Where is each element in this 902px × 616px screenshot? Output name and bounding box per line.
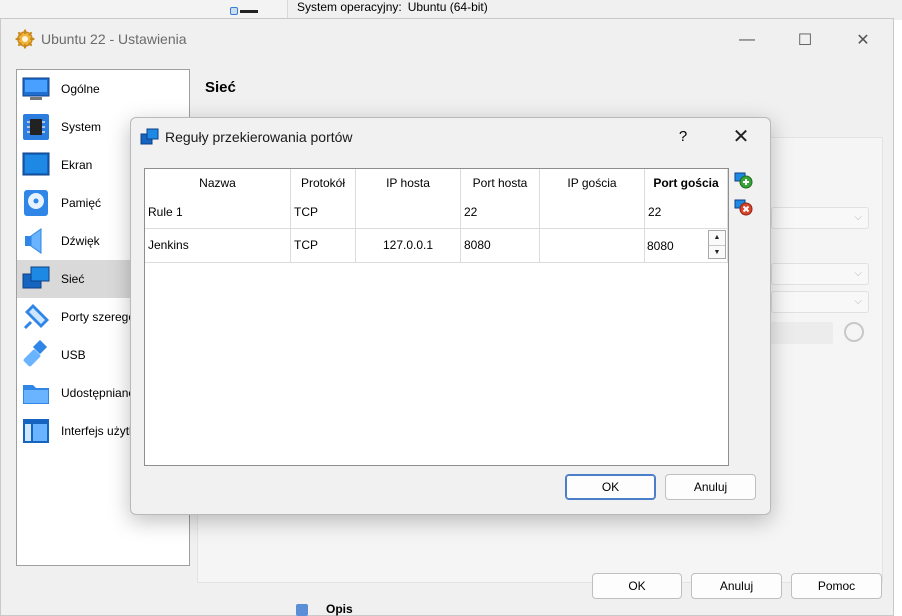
description-label: Opis xyxy=(326,602,353,616)
cell-protocol[interactable]: TCP xyxy=(294,205,318,219)
chevron-down-icon[interactable]: ⌵ xyxy=(771,207,869,229)
usb-icon xyxy=(23,340,48,367)
network-icon xyxy=(140,128,159,145)
page-title: Sieć xyxy=(205,79,236,96)
port-forwarding-table: Nazwa Protokół IP hosta Port hosta IP go… xyxy=(144,168,729,466)
column-divider xyxy=(727,169,728,263)
stepper-down-icon[interactable]: ▼ xyxy=(709,245,725,258)
ui-icon xyxy=(23,419,49,443)
chip-icon xyxy=(23,114,49,140)
guest-port-spinbox[interactable]: 8080 xyxy=(647,239,674,253)
dialog-title: Reguły przekierowania portów xyxy=(165,129,353,145)
remove-rule-icon[interactable] xyxy=(732,196,754,218)
sidebar-item-label: System xyxy=(61,120,102,134)
column-header-guest-ip[interactable]: IP gościa xyxy=(540,176,644,190)
cell-name[interactable]: Jenkins xyxy=(148,238,189,252)
refresh-icon[interactable] xyxy=(844,322,864,342)
dialog-cancel-button[interactable]: Anuluj xyxy=(665,474,756,500)
folder-icon xyxy=(23,385,49,404)
cell-protocol[interactable]: TCP xyxy=(294,238,318,252)
cell-guest-port[interactable]: 22 xyxy=(648,205,661,219)
network-icon xyxy=(22,266,50,289)
serial-port-icon xyxy=(23,304,49,330)
window-title: Ubuntu 22 - Ustawienia xyxy=(41,31,187,47)
minimize-button[interactable]: — xyxy=(727,27,767,53)
title-bar: Ubuntu 22 - Ustawienia — ☐ ✕ xyxy=(1,19,893,59)
guest-port-stepper[interactable]: ▲ ▼ xyxy=(708,230,726,259)
sidebar-item-label: Dźwięk xyxy=(61,234,100,248)
os-info: System operacyjny: Ubuntu (64-bit) xyxy=(297,0,488,14)
sidebar-item-label: Pamięć xyxy=(61,196,102,210)
pin-icon xyxy=(228,7,260,15)
maximize-button[interactable]: ☐ xyxy=(785,27,825,53)
column-header-guest-port[interactable]: Port gościa xyxy=(645,176,727,190)
row-divider xyxy=(145,262,727,263)
help-button[interactable]: Pomoc xyxy=(791,573,882,599)
help-icon[interactable]: ? xyxy=(671,126,695,148)
speaker-icon xyxy=(25,228,42,254)
cell-host-ip[interactable]: 127.0.0.1 xyxy=(356,238,460,252)
mac-address-field[interactable] xyxy=(771,322,833,344)
chevron-down-icon[interactable]: ⌵ xyxy=(771,263,869,285)
monitor-general-icon xyxy=(22,77,50,100)
close-dialog-button[interactable]: ✕ xyxy=(727,124,755,150)
column-header-protocol[interactable]: Protokół xyxy=(291,176,355,190)
sidebar-item-general[interactable]: Ogólne xyxy=(17,70,189,108)
disk-icon xyxy=(24,190,48,216)
dialog-ok-button[interactable]: OK xyxy=(565,474,656,500)
ok-button[interactable]: OK xyxy=(592,573,682,599)
cancel-button[interactable]: Anuluj xyxy=(691,573,782,599)
description-section-peek: Opis xyxy=(288,596,388,616)
description-icon xyxy=(296,604,308,616)
cell-host-port[interactable]: 8080 xyxy=(464,238,491,252)
stepper-up-icon[interactable]: ▲ xyxy=(709,231,725,244)
background-left-panel xyxy=(0,0,288,20)
os-label: System operacyjny: xyxy=(297,0,402,14)
column-header-name[interactable]: Nazwa xyxy=(145,176,290,190)
sidebar-item-label: USB xyxy=(61,348,86,362)
sidebar-item-label: Sieć xyxy=(61,272,85,286)
gear-icon xyxy=(15,29,35,49)
add-rule-icon[interactable] xyxy=(732,169,754,191)
sidebar-item-label: Ogólne xyxy=(61,82,100,96)
cell-host-port[interactable]: 22 xyxy=(464,205,477,219)
os-value: Ubuntu (64-bit) xyxy=(407,0,488,14)
sidebar-item-label: Ekran xyxy=(61,158,93,172)
background-window-strip: System operacyjny: Ubuntu (64-bit) xyxy=(0,0,902,20)
display-icon xyxy=(22,152,50,176)
close-window-button[interactable]: ✕ xyxy=(843,27,883,53)
port-forwarding-dialog: Reguły przekierowania portów ? ✕ Nazwa P… xyxy=(130,117,771,515)
chevron-down-icon[interactable]: ⌵ xyxy=(771,291,869,313)
cell-name[interactable]: Rule 1 xyxy=(148,205,183,219)
row-divider xyxy=(145,228,727,229)
column-header-host-port[interactable]: Port hosta xyxy=(461,176,539,190)
column-header-host-ip[interactable]: IP hosta xyxy=(356,176,460,190)
